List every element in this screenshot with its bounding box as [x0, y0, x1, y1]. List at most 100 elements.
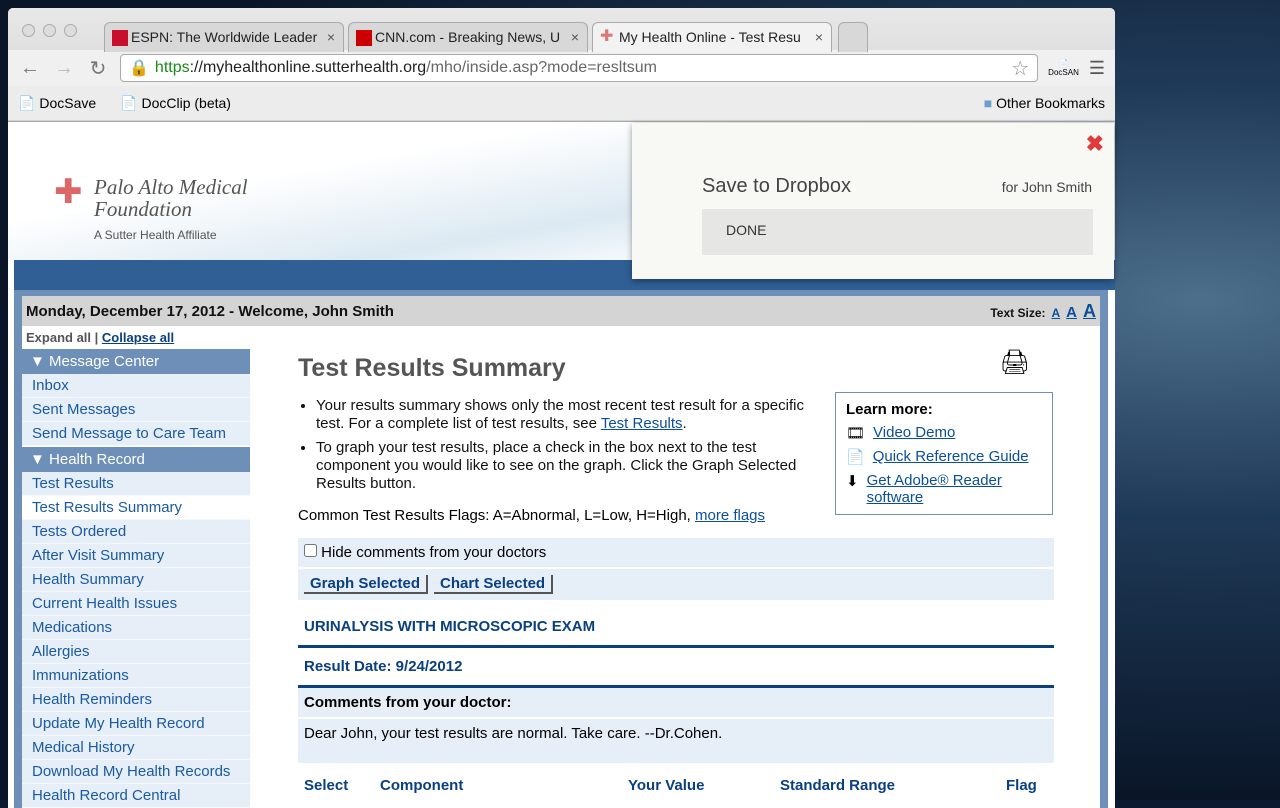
- text-size-small[interactable]: A: [1051, 306, 1060, 320]
- sidebar-item[interactable]: Current Health Issues: [22, 592, 250, 616]
- test-results-link[interactable]: Test Results: [601, 415, 683, 432]
- adobe-reader-link[interactable]: Get Adobe® Reader software: [867, 472, 1042, 506]
- folder-icon: ■: [983, 95, 993, 111]
- info-bullet: Your results summary shows only the most…: [316, 397, 826, 433]
- sidebar-item[interactable]: Allergies: [22, 640, 250, 664]
- sidebar-item[interactable]: Download My Health Records: [22, 760, 250, 784]
- other-bookmarks[interactable]: ■ Other Bookmarks: [984, 95, 1105, 111]
- dropbox-title: Save to Dropbox: [702, 175, 851, 197]
- sidebar-item[interactable]: Test Results Summary: [22, 496, 250, 520]
- other-bookmarks-label: Other Bookmarks: [996, 95, 1105, 111]
- sidebar-item[interactable]: Immunizations: [22, 664, 250, 688]
- minimize-button[interactable]: [43, 24, 56, 37]
- bullet-text: Your results summary shows only the most…: [316, 397, 804, 432]
- sidebar-item[interactable]: Health Summary: [22, 568, 250, 592]
- doctor-comment: Dear John, your test results are normal.…: [298, 719, 1054, 763]
- url-path: /mho/inside.asp?mode=resltsum: [426, 59, 657, 76]
- close-tab-icon[interactable]: ×: [571, 29, 579, 45]
- sidebar-section-header[interactable]: ▼ Health Record: [22, 446, 250, 472]
- triangle-down-icon: ▼: [30, 353, 50, 370]
- address-bar[interactable]: 🔒 https://myhealthonline.sutterhealth.org…: [120, 54, 1039, 82]
- text-size-control: Text Size: A A A: [990, 301, 1096, 322]
- separator: |: [91, 330, 102, 345]
- back-icon[interactable]: ←: [18, 57, 42, 80]
- text-size-medium[interactable]: A: [1066, 304, 1077, 321]
- chart-selected-button[interactable]: Chart Selected: [434, 575, 554, 594]
- sidebar-item[interactable]: Health Record Central: [22, 784, 250, 808]
- tab-myhealth[interactable]: ✚ My Health Online - Test Resu ×: [592, 22, 832, 52]
- sidebar-item[interactable]: Medical History: [22, 736, 250, 760]
- close-tab-icon[interactable]: ×: [815, 29, 823, 45]
- section-title: Message Center: [49, 353, 160, 370]
- docsan-extension-icon[interactable]: 📄 DocSAN: [1048, 59, 1079, 77]
- more-flags-link[interactable]: more flags: [695, 507, 765, 524]
- learn-more-title: Learn more:: [846, 401, 933, 418]
- flags-text: Common Test Results Flags: A=Abnormal, L…: [298, 507, 695, 524]
- hide-comments-label: Hide comments from your doctors: [321, 544, 547, 561]
- pdf-icon: 📄: [846, 449, 865, 466]
- zoom-button[interactable]: [64, 24, 77, 37]
- menu-wrench-icon[interactable]: ☰: [1089, 58, 1105, 79]
- learn-more-box: Learn more: 🎞 Video Demo 📄 Quick Reference…: [835, 392, 1053, 515]
- comments-title: Comments from your doctor:: [298, 688, 1054, 717]
- bookmark-label: DocSave: [39, 94, 97, 111]
- video-icon: 🎞: [846, 425, 866, 442]
- bullet-end: .: [682, 415, 687, 432]
- quick-reference-link[interactable]: Quick Reference Guide: [873, 448, 1029, 466]
- sidebar-item[interactable]: Medications: [22, 616, 250, 640]
- print-icon[interactable]: 🖨: [1000, 348, 1030, 377]
- sidebar-item[interactable]: Update My Health Record: [22, 712, 250, 736]
- col-range: Standard Range: [780, 777, 896, 794]
- close-window-button[interactable]: [22, 24, 35, 37]
- sidebar-item[interactable]: Inbox: [22, 374, 250, 398]
- triangle-down-icon: ▼: [30, 451, 50, 468]
- expand-all[interactable]: Expand all: [26, 330, 91, 345]
- sidebar-item[interactable]: Send Message to Care Team: [22, 422, 250, 446]
- tab-espn[interactable]: ESPN: The Worldwide Leader ×: [104, 22, 344, 52]
- section-title: Health Record: [49, 451, 145, 468]
- test-name: URINALYSIS WITH MICROSCOPIC EXAM: [298, 608, 1054, 648]
- logo-line2: Foundation: [94, 197, 192, 221]
- dropbox-status: DONE: [702, 209, 1093, 255]
- welcome-text: Monday, December 17, 2012 - Welcome, Joh…: [26, 302, 394, 320]
- bookmark-docsave[interactable]: 📄 DocSave: [18, 95, 96, 112]
- window-controls: [22, 24, 77, 37]
- bookmark-label: DocClip (beta): [141, 94, 231, 111]
- download-icon: ⬇: [846, 473, 859, 490]
- pamf-favicon-icon: ✚: [600, 28, 614, 45]
- text-size-large[interactable]: A: [1083, 301, 1096, 321]
- forward-icon[interactable]: →: [52, 57, 76, 80]
- result-date: Result Date: 9/24/2012: [298, 648, 1054, 688]
- new-tab-button[interactable]: [838, 22, 868, 52]
- sidebar-section-header[interactable]: ▼ Message Center: [22, 348, 250, 374]
- page-title: Test Results Summary: [298, 354, 566, 382]
- video-demo-link[interactable]: Video Demo: [873, 424, 955, 442]
- sidebar-item[interactable]: Health Reminders: [22, 688, 250, 712]
- espn-favicon-icon: [112, 30, 128, 46]
- close-tab-icon[interactable]: ×: [327, 29, 335, 45]
- bookmark-docclip[interactable]: 📄 DocClip (beta): [120, 95, 231, 112]
- tab-cnn[interactable]: CNN.com - Breaking News, U ×: [348, 22, 588, 52]
- url-host: ://myhealthonline.sutterhealth.org: [189, 59, 427, 76]
- tab-title: CNN.com - Breaking News, U: [375, 29, 561, 45]
- extension-label: DocSAN: [1048, 68, 1079, 77]
- text-size-label: Text Size:: [990, 305, 1046, 320]
- tab-title: My Health Online - Test Resu: [619, 29, 801, 45]
- sidebar-item[interactable]: After Visit Summary: [22, 544, 250, 568]
- cnn-favicon-icon: [356, 30, 372, 46]
- sidebar-item[interactable]: Test Results: [22, 472, 250, 496]
- hide-comments-checkbox[interactable]: [304, 544, 317, 557]
- pamf-logo-icon: ✚: [54, 174, 83, 211]
- sidebar-item[interactable]: Tests Ordered: [22, 520, 250, 544]
- reload-icon[interactable]: ↻: [86, 56, 110, 81]
- star-icon[interactable]: ☆: [1011, 56, 1029, 81]
- sidebar-item[interactable]: Sent Messages: [22, 398, 250, 422]
- graph-selected-button[interactable]: Graph Selected: [304, 575, 429, 594]
- dropbox-user: for John Smith: [1001, 179, 1092, 195]
- col-flag: Flag: [1006, 777, 1037, 794]
- url-scheme: https: [154, 59, 190, 76]
- close-icon[interactable]: ✖: [1086, 131, 1104, 157]
- logo-tagline: A Sutter Health Affiliate: [94, 228, 217, 242]
- col-value: Your Value: [628, 777, 705, 794]
- collapse-all-link[interactable]: Collapse all: [102, 330, 174, 345]
